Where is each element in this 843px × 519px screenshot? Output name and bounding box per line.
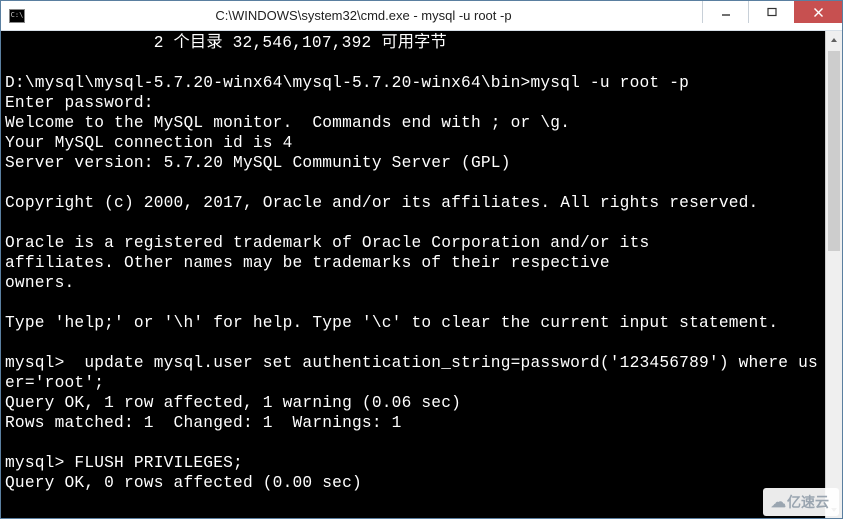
watermark: ☁ 亿速云 (763, 488, 839, 516)
maximize-icon (767, 7, 777, 17)
scrollbar-thumb[interactable] (828, 51, 840, 251)
vertical-scrollbar[interactable] (825, 31, 842, 518)
close-button[interactable] (794, 1, 842, 23)
client-area: 2 个目录 32,546,107,392 可用字节 D:\mysql\mysql… (1, 31, 842, 518)
window-controls (702, 1, 842, 30)
cmd-icon: C:\ (9, 9, 25, 23)
maximize-button[interactable] (748, 1, 794, 23)
cmd-icon-glyph: C:\ (11, 12, 24, 19)
minimize-icon (721, 7, 731, 17)
cmd-window: C:\ C:\WINDOWS\system32\cmd.exe - mysql … (0, 0, 843, 519)
titlebar[interactable]: C:\ C:\WINDOWS\system32\cmd.exe - mysql … (1, 1, 842, 31)
cloud-icon: ☁ (771, 495, 783, 510)
close-icon (813, 7, 824, 18)
watermark-text: 亿速云 (787, 492, 829, 512)
minimize-button[interactable] (702, 1, 748, 23)
chevron-up-icon (830, 37, 838, 43)
terminal-output[interactable]: 2 个目录 32,546,107,392 可用字节 D:\mysql\mysql… (1, 31, 825, 518)
window-title: C:\WINDOWS\system32\cmd.exe - mysql -u r… (25, 8, 702, 23)
scroll-up-button[interactable] (826, 31, 842, 48)
